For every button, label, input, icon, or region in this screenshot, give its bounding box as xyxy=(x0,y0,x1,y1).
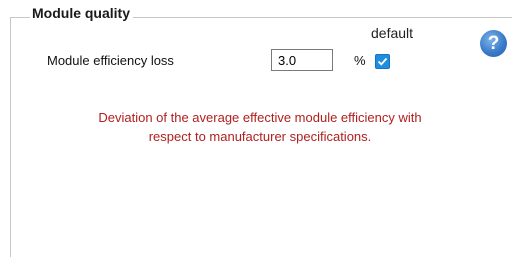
checkmark-icon xyxy=(377,57,388,66)
default-checkbox[interactable] xyxy=(375,54,390,69)
description-text: Deviation of the average effective modul… xyxy=(20,108,500,146)
description-line-1: Deviation of the average effective modul… xyxy=(98,110,422,125)
module-efficiency-loss-label: Module efficiency loss xyxy=(47,53,174,68)
groupbox-title: Module quality xyxy=(30,5,133,21)
help-glyph: ? xyxy=(487,33,500,54)
help-icon[interactable]: ? xyxy=(480,30,507,57)
default-label: default xyxy=(371,25,414,41)
unit-label: % xyxy=(354,53,366,68)
description-line-2: respect to manufacturer specifications. xyxy=(148,129,372,144)
module-efficiency-loss-input[interactable] xyxy=(271,49,333,71)
